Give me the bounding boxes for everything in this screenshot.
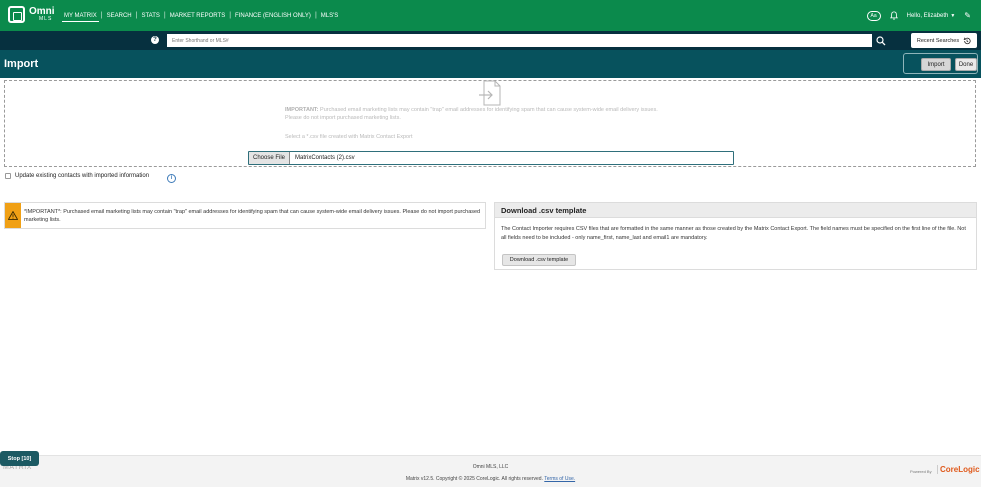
font-size-toggle[interactable]: Aa	[866, 10, 881, 21]
file-import-icon	[479, 80, 501, 106]
choose-file-button[interactable]: Choose File	[249, 152, 290, 164]
download-template-button[interactable]: Download .csv template	[502, 254, 576, 266]
search-icon[interactable]	[876, 36, 886, 46]
shorthand-input[interactable]	[167, 34, 872, 47]
recent-searches-label: Recent Searches	[916, 37, 960, 44]
top-navigation-bar: Omni MLS MY MATRIX | SEARCH | STATS | MA…	[0, 0, 981, 31]
main-nav: MY MATRIX | SEARCH | STATS | MARKET REPO…	[60, 0, 342, 31]
important-prefix: IMPORTANT:	[285, 107, 319, 113]
logo-sub: MLS	[39, 16, 53, 22]
omni-mls-logo[interactable]: Omni MLS	[8, 6, 55, 23]
bell-icon[interactable]	[889, 11, 898, 20]
page-title: Import	[4, 58, 39, 70]
done-button[interactable]: Done	[955, 58, 977, 71]
shorthand-search-bar: ? Recent Searches	[0, 31, 981, 50]
important-line2: Please do not import purchased marketing…	[285, 115, 401, 121]
nav-market-reports[interactable]: MARKET REPORTS	[166, 0, 229, 31]
update-existing-label[interactable]: Update existing contacts with imported i…	[15, 173, 149, 179]
info-icon[interactable]: i	[167, 174, 176, 183]
template-description: The Contact Importer requires CSV files …	[501, 226, 966, 241]
warning-accent-strip	[5, 203, 21, 228]
nav-my-matrix[interactable]: MY MATRIX	[60, 0, 101, 31]
user-area: Aa Hello, Elizabeth ▼ ✎	[866, 0, 971, 31]
chevron-down-icon: ▼	[950, 12, 956, 19]
history-icon	[963, 37, 971, 44]
warning-text: *IMPORTANT*: Purchased email marketing l…	[24, 209, 481, 223]
pencil-icon[interactable]: ✎	[964, 11, 971, 20]
important-warning-box: *IMPORTANT*: Purchased email marketing l…	[4, 202, 486, 229]
greeting-text: Hello, Elizabeth	[906, 12, 949, 19]
import-button[interactable]: Import	[921, 58, 951, 71]
nav-search[interactable]: SEARCH	[103, 0, 136, 31]
footer-copyright: Matrix v12.5. Copyright © 2025 CoreLogic…	[0, 476, 981, 482]
stop-button[interactable]: Stop [10]	[0, 451, 39, 466]
recent-searches-button[interactable]: Recent Searches	[911, 33, 977, 48]
house-logo-icon	[8, 6, 25, 23]
update-existing-checkbox[interactable]	[5, 173, 11, 179]
download-template-panel: Download .csv template The Contact Impor…	[494, 202, 977, 270]
template-panel-heading: Download .csv template	[495, 203, 976, 218]
user-menu[interactable]: Hello, Elizabeth ▼	[907, 13, 956, 19]
copyright-text: Matrix v12.5. Copyright © 2025 CoreLogic…	[405, 476, 543, 482]
terms-of-use-link[interactable]: Terms of Use.	[544, 476, 575, 482]
dropzone-important-note: IMPORTANT: Purchased email marketing lis…	[285, 106, 715, 122]
selected-file-name: MatrixContacts (2).csv	[295, 155, 355, 161]
nav-finance[interactable]: FINANCE (ENGLISH ONLY)	[231, 0, 315, 31]
file-input[interactable]: Choose File MatrixContacts (2).csv	[248, 151, 734, 165]
page-footer: MATRIX Omni MLS, LLC Matrix v12.5. Copyr…	[0, 455, 981, 487]
nav-stats[interactable]: STATS	[137, 0, 163, 31]
page-title-bar: Import	[0, 50, 981, 78]
corelogic-logo[interactable]: CoreLogic	[937, 465, 980, 474]
help-icon[interactable]: ?	[151, 36, 159, 44]
warning-triangle-icon	[8, 211, 18, 220]
footer-company: Omni MLS, LLC	[472, 464, 509, 470]
important-body: Purchased email marketing lists may cont…	[318, 107, 658, 113]
nav-mlss[interactable]: MLS'S	[317, 0, 342, 31]
powered-by-label: Powered By	[910, 469, 932, 474]
update-existing-option: Update existing contacts with imported i…	[5, 173, 149, 179]
select-file-instruction: Select a *.csv file created with Matrix …	[285, 134, 413, 140]
